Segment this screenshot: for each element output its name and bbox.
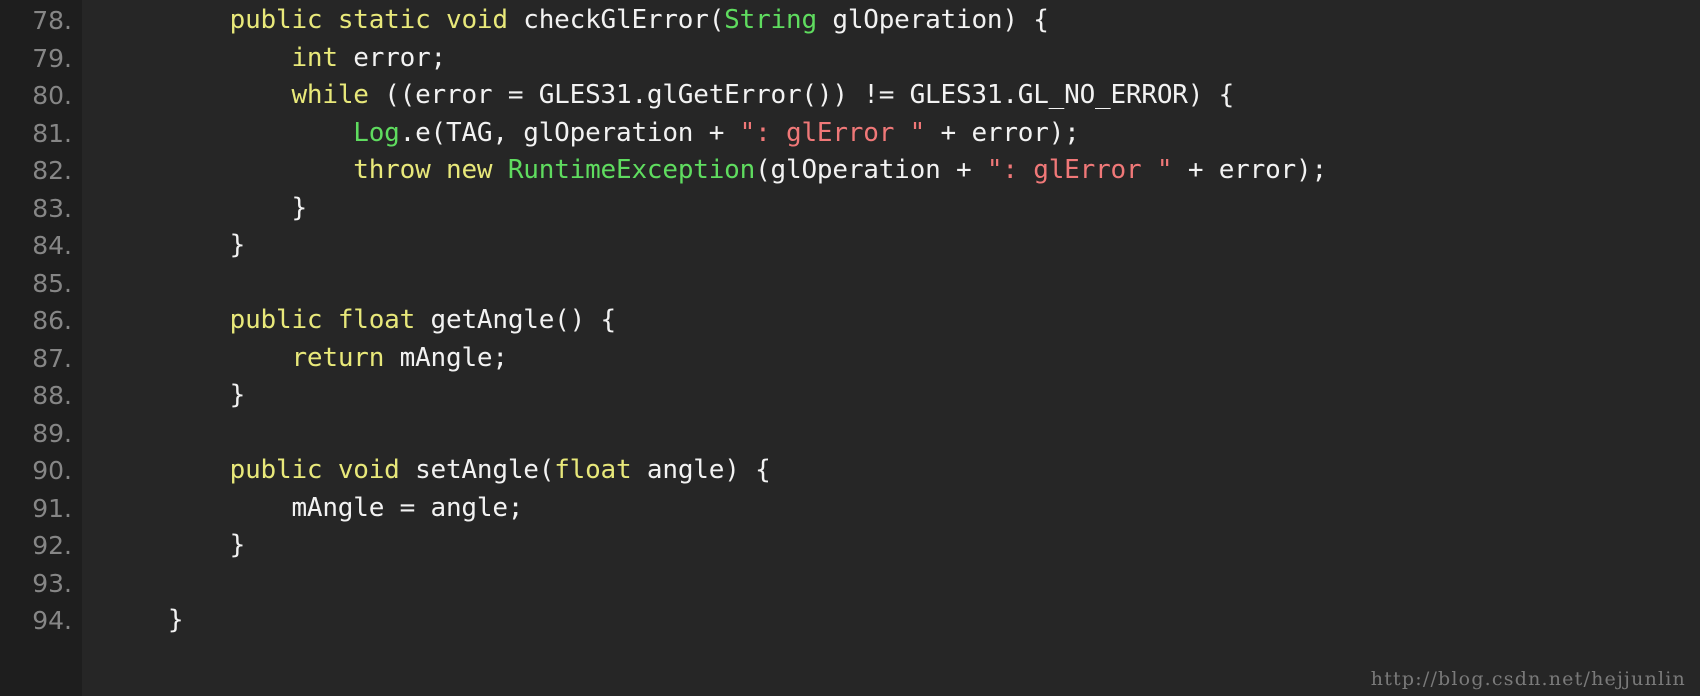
line-number: 92.: [32, 531, 72, 560]
code-line[interactable]: [106, 565, 1700, 603]
code-line[interactable]: while ((error = GLES31.glGetError()) != …: [106, 77, 1700, 115]
code-token-plain: error;: [337, 42, 447, 73]
code-line[interactable]: }: [106, 190, 1700, 228]
code-token-plain: mAngle = angle;: [106, 492, 524, 523]
code-token-keyword: int: [291, 42, 338, 73]
code-line[interactable]: }: [106, 527, 1700, 565]
code-token-plain: }: [106, 605, 184, 635]
line-number: 87.: [32, 343, 72, 373]
code-token-keyword: while: [291, 80, 369, 110]
code-token-plain: }: [106, 380, 246, 410]
code-token-keyword: float: [554, 455, 632, 485]
code-token-plain: + error);: [1172, 155, 1327, 185]
code-token-plain: ((error = GLES31.glGetError()) != GLES31…: [368, 80, 1235, 110]
code-token-plain: (glOperation +: [755, 155, 987, 185]
code-line[interactable]: public float getAngle() {: [106, 302, 1700, 340]
line-number: 78.: [32, 6, 72, 35]
code-token-plain: checkGlError(: [507, 5, 725, 35]
line-number: 85.: [32, 268, 72, 298]
code-line[interactable]: return mAngle;: [106, 340, 1700, 378]
code-line[interactable]: }: [106, 377, 1700, 415]
code-token-plain: }: [106, 530, 246, 560]
code-line[interactable]: Log.e(TAG, glOperation + ": glError " + …: [106, 115, 1700, 153]
code-line[interactable]: public void setAngle(float angle) {: [106, 452, 1700, 490]
code-token-plain: mAngle;: [384, 342, 508, 373]
code-token-plain: .e(TAG, glOperation +: [399, 117, 740, 148]
line-number: 88.: [32, 381, 72, 410]
code-token-type: String: [724, 5, 817, 35]
code-line[interactable]: mAngle = angle;: [106, 490, 1700, 528]
line-number: 83.: [32, 193, 72, 223]
line-number: 81.: [32, 118, 72, 148]
code-token-string: ": glError ": [986, 155, 1173, 185]
code-line[interactable]: int error;: [106, 40, 1700, 78]
line-number: 89.: [32, 418, 72, 448]
code-token-plain: + error);: [925, 117, 1080, 148]
line-number: 80.: [32, 81, 72, 110]
code-token-keyword: public static void: [229, 5, 508, 35]
code-token-plain: }: [106, 230, 246, 260]
code-line[interactable]: [106, 415, 1700, 453]
code-editor: 78. 79. 80. 81. 82. 83. 84. 85. 86. 87. 88. 89. 90. 9…: [0, 0, 1700, 696]
code-token-keyword: public float: [229, 305, 416, 335]
code-token-plain: glOperation) {: [816, 5, 1049, 35]
line-number: 93.: [32, 568, 72, 598]
line-number: 86.: [32, 306, 72, 335]
line-number: 91.: [32, 493, 72, 523]
code-token-keyword: return: [291, 342, 385, 373]
code-line[interactable]: public static void checkGlError(String g…: [106, 2, 1700, 40]
code-token-type: RuntimeException: [507, 155, 756, 185]
code-content-area[interactable]: public static void checkGlError(String g…: [82, 0, 1700, 696]
code-line[interactable]: throw new RuntimeException(glOperation +…: [106, 152, 1700, 190]
line-number-gutter: 78. 79. 80. 81. 82. 83. 84. 85. 86. 87. 88. 89. 90. 9…: [0, 0, 82, 696]
code-line[interactable]: }: [106, 602, 1700, 640]
code-token-keyword: throw new: [353, 155, 493, 185]
code-token-keyword: public void: [229, 455, 400, 485]
line-number: 90.: [32, 456, 72, 485]
watermark-url: http://blog.csdn.net/hejjunlin: [1370, 668, 1686, 690]
line-number: 84.: [32, 231, 72, 260]
line-number: 94.: [32, 606, 72, 635]
line-number: 82.: [32, 156, 72, 185]
code-token-plain: setAngle(: [399, 455, 555, 485]
code-line[interactable]: [106, 265, 1700, 303]
line-number: 79.: [32, 43, 72, 73]
code-token-plain: getAngle() {: [415, 305, 617, 335]
code-token-string: ": glError ": [739, 117, 926, 148]
code-line[interactable]: }: [106, 227, 1700, 265]
code-token-plain: angle) {: [631, 455, 771, 485]
code-token-plain: }: [106, 192, 307, 223]
code-token-type: Log: [353, 117, 400, 148]
